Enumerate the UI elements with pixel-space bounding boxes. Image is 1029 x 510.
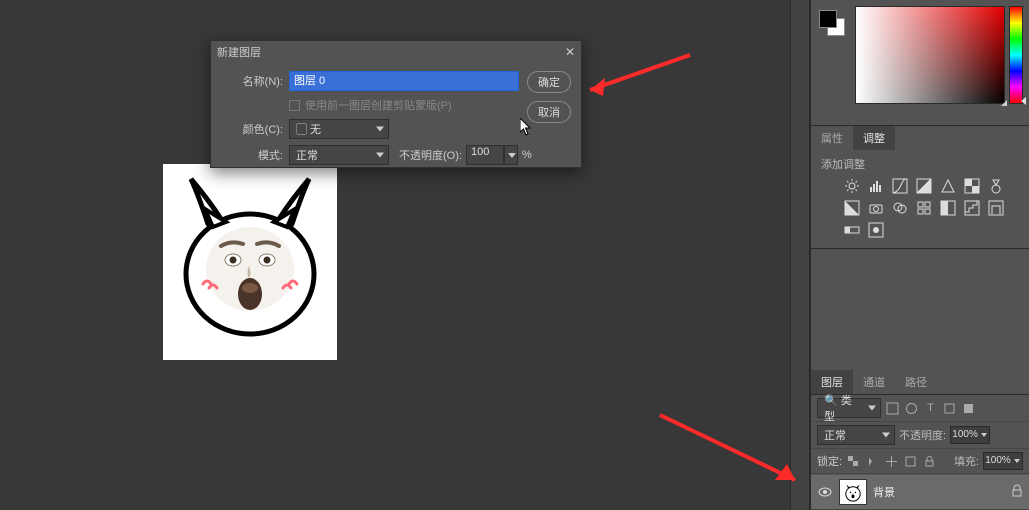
properties-panel: 属性 调整 添加调整: [811, 126, 1029, 249]
resize-grip-icon: [1001, 100, 1007, 106]
opacity-input[interactable]: 100: [466, 145, 504, 165]
fill-value: 100%: [985, 455, 1011, 466]
blend-mode-select[interactable]: 正常: [817, 425, 895, 445]
chevron-down-icon: [882, 433, 890, 438]
color-label: 颜色(C):: [211, 121, 283, 137]
blend-mode-value-dialog: 正常: [296, 147, 318, 163]
color-lookup-icon[interactable]: [915, 200, 933, 216]
layers-blend-row: 正常 不透明度: 100%: [811, 422, 1029, 449]
vertical-toolbar-strip: [790, 0, 810, 510]
swatch-pair: [819, 10, 845, 36]
mode-label: 模式:: [211, 147, 283, 163]
cancel-button[interactable]: 取消: [527, 101, 571, 123]
chevron-down-icon: [981, 433, 987, 437]
checkbox-icon[interactable]: [289, 100, 300, 111]
clip-mask-label: 使用前一图层创建剪贴蒙版(P): [305, 97, 452, 113]
close-icon[interactable]: ✕: [565, 45, 575, 59]
new-layer-dialog: 新建图层 ✕ 名称(N): 图层 0 使用前一图层创建剪贴蒙版(P) 颜色(C)…: [210, 40, 582, 168]
add-adjustment-label: 添加调整: [821, 156, 1019, 172]
blend-mode-select-dialog[interactable]: 正常: [289, 145, 389, 165]
invert-icon[interactable]: [939, 200, 957, 216]
hue-handle-icon: [1021, 97, 1026, 105]
dialog-titlebar[interactable]: 新建图层 ✕: [211, 41, 581, 63]
annotation-arrow-top: [575, 50, 695, 110]
lock-label: 锁定:: [817, 453, 842, 469]
levels-icon[interactable]: [867, 178, 885, 194]
layer-opacity-value: 100%: [952, 429, 978, 440]
hue-sat-icon[interactable]: [963, 178, 981, 194]
vibrance-icon[interactable]: [939, 178, 957, 194]
tab-channels[interactable]: 通道: [853, 370, 895, 394]
layer-name-input[interactable]: 图层 0: [289, 71, 519, 91]
color-panel: [811, 0, 1029, 126]
tab-layers[interactable]: 图层: [811, 370, 853, 394]
chevron-down-icon: [868, 406, 876, 411]
lock-image-icon[interactable]: [865, 454, 880, 469]
filter-smart-icon[interactable]: [961, 401, 976, 416]
layer-kind-select[interactable]: 🔍 类型: [817, 398, 881, 418]
gradient-map-icon[interactable]: [843, 222, 861, 238]
layers-panel: 图层 通道 路径 🔍 类型 T 正常 不透明度: 100% 锁定:: [811, 370, 1029, 510]
opacity-unit: %: [522, 149, 532, 161]
layer-item-background[interactable]: 背景: [811, 474, 1029, 510]
dialog-title: 新建图层: [217, 44, 261, 60]
layer-opacity-label: 不透明度:: [899, 427, 946, 443]
filter-pixel-icon[interactable]: [885, 401, 900, 416]
photo-filter-icon[interactable]: [867, 200, 885, 216]
canvas-document[interactable]: [163, 164, 337, 360]
chevron-down-icon: [376, 153, 384, 158]
fill-label: 填充:: [954, 453, 979, 469]
filter-type-icon[interactable]: T: [923, 401, 938, 416]
filter-shape-icon[interactable]: [942, 401, 957, 416]
bw-icon[interactable]: [843, 200, 861, 216]
chevron-down-icon: [1014, 459, 1020, 463]
lock-all-icon[interactable]: [922, 454, 937, 469]
layer-thumbnail: [839, 479, 867, 505]
adjustments-body: 添加调整: [811, 150, 1029, 248]
tab-paths[interactable]: 路径: [895, 370, 937, 394]
opacity-label: 不透明度(O):: [399, 147, 462, 163]
visibility-eye-icon[interactable]: [817, 487, 833, 497]
exposure-icon[interactable]: [915, 178, 933, 194]
tab-adjustments[interactable]: 调整: [853, 126, 895, 150]
threshold-icon[interactable]: [987, 200, 1005, 216]
dialog-body: 名称(N): 图层 0 使用前一图层创建剪贴蒙版(P) 颜色(C): ▢ 无 模…: [211, 63, 581, 179]
layer-opacity-input[interactable]: 100%: [950, 426, 990, 444]
adjustments-icon-grid: [821, 178, 1019, 238]
lock-transparent-icon[interactable]: [846, 454, 861, 469]
blend-mode-value: 正常: [824, 427, 846, 443]
layer-name: 背景: [873, 484, 895, 500]
filter-adjust-icon[interactable]: [904, 401, 919, 416]
lock-icon: [1011, 484, 1023, 500]
lock-artboard-icon[interactable]: [903, 454, 918, 469]
name-label: 名称(N):: [211, 73, 283, 89]
ok-button[interactable]: 确定: [527, 71, 571, 93]
dialog-buttons: 确定 取消: [527, 71, 571, 123]
lock-position-icon[interactable]: [884, 454, 899, 469]
color-balance-icon[interactable]: [987, 178, 1005, 194]
foreground-swatch[interactable]: [819, 10, 837, 28]
layer-kind-label: 🔍 类型: [824, 392, 862, 424]
opacity-stepper[interactable]: [504, 145, 518, 165]
properties-panel-tabs: 属性 调整: [811, 126, 1029, 150]
tab-properties[interactable]: 属性: [811, 126, 853, 150]
layers-lock-row: 锁定: 填充: 100%: [811, 449, 1029, 474]
chevron-down-icon: [376, 127, 384, 132]
channel-mixer-icon[interactable]: [891, 200, 909, 216]
posterize-icon[interactable]: [963, 200, 981, 216]
layers-filter-row: 🔍 类型 T: [811, 395, 1029, 422]
fill-input[interactable]: 100%: [983, 452, 1023, 470]
color-field[interactable]: [855, 6, 1005, 104]
layer-color-value: ▢ 无: [296, 121, 321, 137]
selective-color-icon[interactable]: [867, 222, 885, 238]
curves-icon[interactable]: [891, 178, 909, 194]
brightness-contrast-icon[interactable]: [843, 178, 861, 194]
right-panels-column: 属性 调整 添加调整: [810, 0, 1029, 510]
hue-slider[interactable]: [1009, 6, 1023, 104]
layer-color-select[interactable]: ▢ 无: [289, 119, 389, 139]
